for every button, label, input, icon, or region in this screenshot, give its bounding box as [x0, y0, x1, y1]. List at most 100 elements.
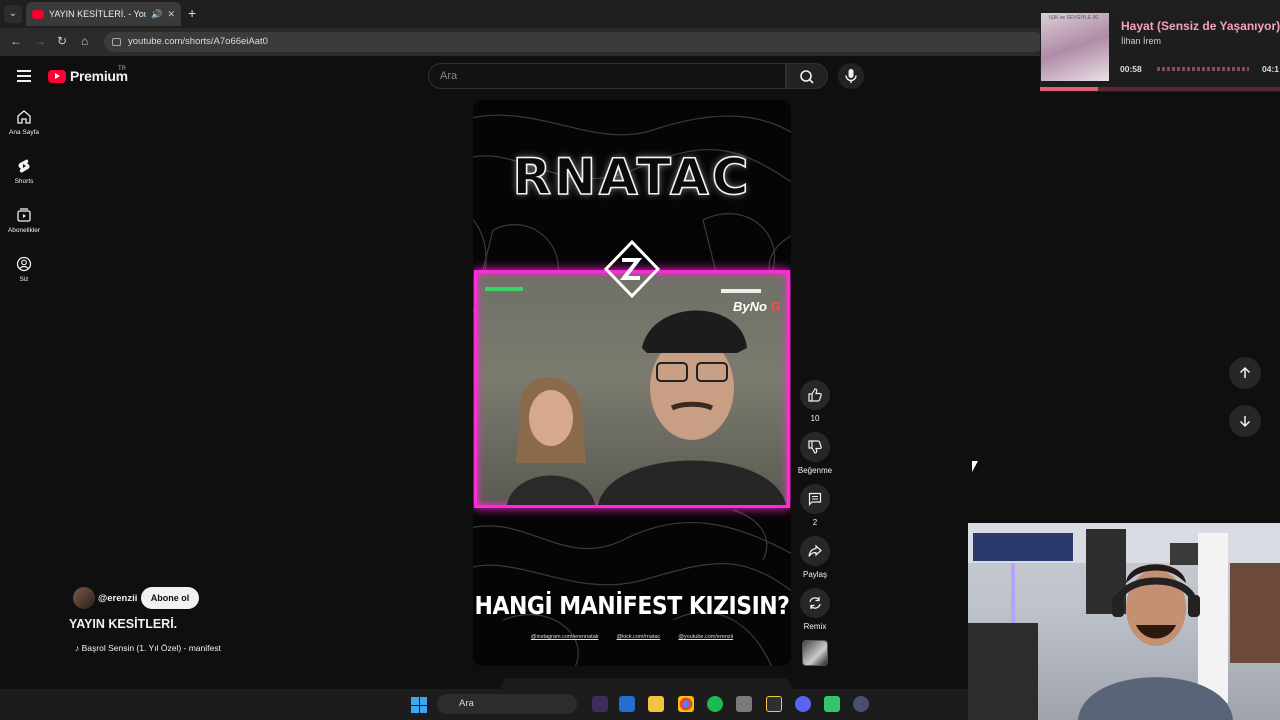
sidebar-item-you[interactable]: Siz: [0, 256, 48, 283]
browser-tab-youtube[interactable]: YAYIN KESİTLERİ. - YouTube 🔊 ✕: [26, 2, 181, 26]
taskbar-search-label: Ara: [459, 698, 474, 709]
steam-icon[interactable]: [736, 696, 752, 712]
like-count: 10: [810, 414, 820, 423]
thumbs-down-icon: [808, 440, 822, 454]
comment-icon: [808, 492, 822, 506]
like-button[interactable]: 10: [797, 380, 833, 423]
youtube-premium-logo[interactable]: Premium TR: [48, 66, 128, 84]
new-tab-button[interactable]: +: [188, 5, 196, 21]
subscriptions-icon: [17, 208, 31, 222]
current-time: 00:58: [1120, 64, 1142, 74]
social-links: @instagram.com/erennatak @kick.com/rnata…: [473, 634, 791, 640]
youtube-play-icon: [48, 69, 66, 83]
comments-button[interactable]: 2: [797, 484, 833, 527]
song-artist: İlhan İrem: [1121, 36, 1162, 46]
sidebar-item-label: Shorts: [14, 178, 34, 185]
channel-avatar[interactable]: [73, 587, 95, 609]
country-code: TR: [118, 66, 126, 72]
stream-clip-frame: ByNo G: [474, 270, 790, 508]
remix-button[interactable]: Remix: [797, 588, 833, 631]
short-caption: HANGİ MANİFEST KIZISIN?: [474, 592, 790, 621]
dislike-button[interactable]: Beğenme: [797, 432, 833, 475]
video-title: YAYIN KESİTLERİ.: [69, 617, 178, 631]
comments-count: 2: [812, 518, 818, 527]
app-icon[interactable]: [853, 696, 869, 712]
spotify-icon[interactable]: [707, 696, 723, 712]
home-icon: [17, 110, 31, 124]
webcam-overlay: [968, 523, 1280, 720]
search-icon: [800, 70, 814, 84]
site-info-icon[interactable]: [112, 38, 121, 46]
app-icon[interactable]: [824, 696, 840, 712]
youtube-link: @youtube.com/erenzii: [678, 634, 734, 640]
taskbar-search[interactable]: Ara: [437, 694, 577, 714]
windows-start-icon[interactable]: [411, 697, 427, 713]
hud-health-bar: [485, 287, 523, 291]
sidebar-item-label: Siz: [19, 276, 29, 283]
sound-thumbnail[interactable]: [802, 640, 828, 666]
person-woman-image: [507, 377, 595, 505]
album-art-text: IŞIK ve SEVGİYLE 30: [1049, 15, 1099, 21]
next-short-button[interactable]: [1229, 405, 1261, 437]
microphone-icon: [845, 69, 857, 83]
discord-icon[interactable]: [795, 696, 811, 712]
song-title: Hayat (Sensiz de Yaşanıyor): [1121, 19, 1280, 33]
tab-title: YAYIN KESİTLERİ. - YouTube: [49, 9, 147, 19]
previous-short-button[interactable]: [1229, 357, 1261, 389]
youtube-favicon-icon: [32, 9, 44, 19]
url-text: youtube.com/shorts/A7o66eiAat0: [128, 36, 268, 47]
shorts-icon: [18, 159, 30, 173]
share-button[interactable]: Paylaş: [797, 536, 833, 579]
chrome-icon[interactable]: [678, 696, 694, 712]
channel-title-graphic: RNATAC: [512, 147, 752, 207]
playback-progress-fill: [1040, 87, 1098, 91]
mail-icon[interactable]: [619, 696, 635, 712]
arrow-up-icon: [1239, 366, 1251, 378]
search-input[interactable]: Ara: [428, 63, 786, 89]
tab-close-button[interactable]: ✕: [167, 9, 175, 20]
channel-handle[interactable]: @erenzii: [98, 593, 137, 604]
sidebar-item-label: Ana Sayfa: [9, 129, 39, 136]
playback-progress-bar: [1040, 87, 1280, 91]
sidebar-item-home[interactable]: Ana Sayfa: [0, 109, 48, 136]
speaker-icon[interactable]: 🔊: [151, 9, 162, 20]
url-bar[interactable]: youtube.com/shorts/A7o66eiAat0: [104, 32, 1044, 52]
sidebar-item-subscriptions[interactable]: Abonelikler: [0, 207, 48, 234]
share-label: Paylaş: [802, 570, 827, 579]
profile-icon: [16, 256, 32, 272]
file-explorer-icon[interactable]: [648, 696, 664, 712]
search-button[interactable]: [786, 63, 828, 89]
app-icon[interactable]: [592, 696, 608, 712]
reload-button[interactable]: ↻: [57, 34, 67, 48]
total-time: 04:1: [1262, 64, 1280, 74]
logo-emblem: [604, 240, 660, 298]
arrow-down-icon: [1239, 416, 1251, 428]
webcam-streamer-image: [968, 523, 1280, 720]
thumbs-up-icon: [808, 388, 822, 402]
dislike-label: Beğenme: [797, 466, 833, 475]
home-button[interactable]: ⌂: [81, 34, 88, 48]
now-playing-overlay: IŞIK ve SEVGİYLE 30 Hayat (Sensiz de Yaş…: [1040, 12, 1280, 92]
kick-link: @kick.com/rnatac: [616, 634, 661, 640]
subscribe-button[interactable]: Abone ol: [141, 587, 199, 609]
tab-search-dropdown[interactable]: ⌄: [4, 5, 22, 23]
music-note-icon: ♪: [75, 643, 82, 653]
music-link[interactable]: ♪ Başrol Sensin (1. Yıl Özel) - manifest: [75, 643, 221, 653]
person-man-image: [598, 310, 786, 505]
remix-label: Remix: [803, 622, 827, 631]
instagram-link: @instagram.com/erennatak: [530, 634, 599, 640]
forward-button[interactable]: →: [34, 34, 46, 48]
sidebar-item-shorts[interactable]: Shorts: [0, 158, 48, 185]
share-icon: [808, 544, 822, 557]
remix-icon: [809, 597, 821, 609]
hamburger-menu-icon[interactable]: [17, 70, 31, 82]
music-label: Başrol Sensin (1. Yıl Özel) - manifest: [81, 643, 221, 653]
voice-search-button[interactable]: [838, 63, 864, 89]
sidebar-item-label: Abonelikler: [7, 227, 41, 234]
back-button[interactable]: ←: [10, 34, 22, 48]
album-art: IŞIK ve SEVGİYLE 30: [1041, 13, 1109, 81]
app-icon[interactable]: [766, 696, 782, 712]
playback-waveform: [1157, 67, 1249, 71]
short-video-player[interactable]: RNATAC ByNo G HANGİ MANİFEST KIZISIN? @i…: [473, 100, 791, 666]
mouse-cursor-icon: [972, 461, 978, 472]
